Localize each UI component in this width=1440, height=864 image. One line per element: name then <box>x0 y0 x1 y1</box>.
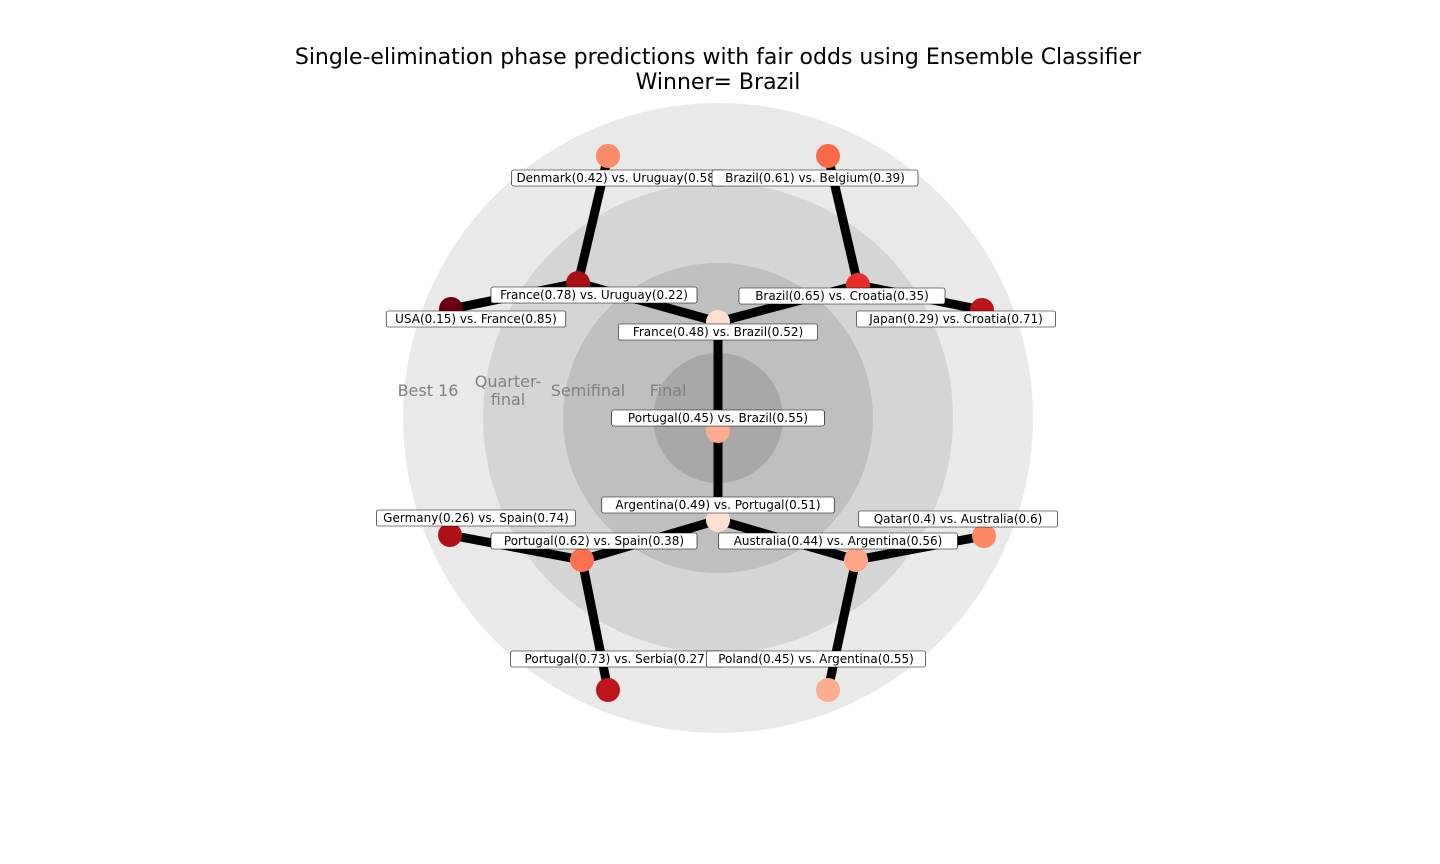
match-label-final_bot: Portugal(0.45) vs. Brazil(0.55) <box>628 411 808 425</box>
chart-subtitle: Winner= Brazil <box>636 70 801 95</box>
match-label-semi_b_r: Australia(0.44) vs. Argentina(0.56) <box>734 534 943 548</box>
chart-title: Single-elimination phase predictions wit… <box>295 45 1142 70</box>
match-label-r16_b_lr: Portugal(0.73) vs. Serbia(0.27) <box>525 652 710 666</box>
match-label-r16_t_lr: Denmark(0.42) vs. Uruguay(0.58) <box>516 171 719 185</box>
match-label-semi_b_mid: Argentina(0.49) vs. Portugal(0.51) <box>615 498 820 512</box>
match-label-semi_t_l: France(0.78) vs. Uruguay(0.22) <box>500 288 688 302</box>
match-node-r16_b_rl <box>816 678 840 702</box>
match-node-semi_b_l <box>570 548 594 572</box>
match-label-r16_b_rl: Poland(0.45) vs. Argentina(0.55) <box>718 652 914 666</box>
match-node-semi_b_r <box>844 548 868 572</box>
match-label-r16_t_ll: USA(0.15) vs. France(0.85) <box>395 312 557 326</box>
match-label-final_top: France(0.48) vs. Brazil(0.52) <box>633 325 803 339</box>
ring-label-final: Final <box>650 381 687 400</box>
ring-label-semi: Semifinal <box>551 381 626 400</box>
match-label-semi_t_r: Brazil(0.65) vs. Croatia(0.35) <box>755 289 929 303</box>
match-node-r16_b_lr <box>596 678 620 702</box>
bracket-diagram: Single-elimination phase predictions wit… <box>0 0 1440 864</box>
match-node-r16_t_rl <box>816 144 840 168</box>
match-label-r16_b_rr: Qatar(0.4) vs. Australia(0.6) <box>874 512 1043 526</box>
match-label-r16_t_rr: Japan(0.29) vs. Croatia(0.71) <box>868 312 1043 326</box>
match-node-r16_b_ll <box>438 523 462 547</box>
match-node-r16_t_lr <box>596 144 620 168</box>
match-label-r16_b_ll: Germany(0.26) vs. Spain(0.74) <box>383 511 569 525</box>
match-label-r16_t_rl: Brazil(0.61) vs. Belgium(0.39) <box>725 171 905 185</box>
match-node-r16_b_rr <box>972 524 996 548</box>
ring-label-r16: Best 16 <box>398 381 459 400</box>
match-label-semi_b_l: Portugal(0.62) vs. Spain(0.38) <box>504 534 684 548</box>
